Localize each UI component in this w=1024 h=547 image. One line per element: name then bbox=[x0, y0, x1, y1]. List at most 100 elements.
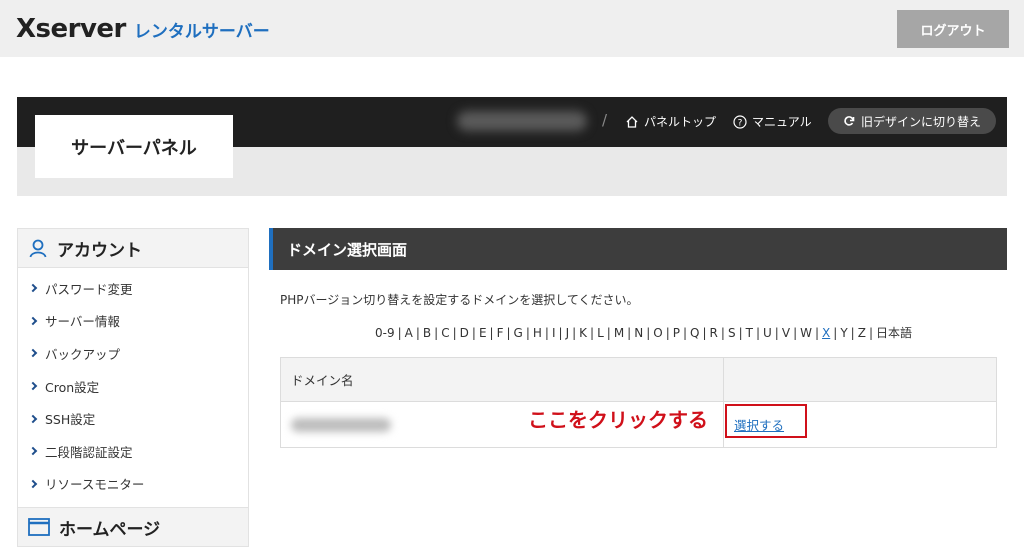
table-header-row: ドメイン名 bbox=[280, 357, 997, 402]
alpha-index-item[interactable]: Z bbox=[858, 326, 866, 340]
sidebar-item-server-info[interactable]: サーバー情報 bbox=[18, 305, 248, 338]
page-title: ドメイン選択画面 bbox=[269, 228, 1007, 270]
alpha-index-item[interactable]: F bbox=[497, 326, 504, 340]
alpha-separator: | bbox=[397, 326, 402, 340]
sidebar-item-two-factor[interactable]: 二段階認証設定 bbox=[18, 435, 248, 468]
sidebar-section-homepage-title: ホームページ bbox=[59, 519, 161, 540]
sidebar-item-label: 二段階認証設定 bbox=[45, 444, 133, 460]
logo-brand-text: Xserver bbox=[16, 14, 126, 44]
svg-text:?: ? bbox=[738, 118, 743, 128]
column-header-action bbox=[723, 357, 997, 402]
alpha-separator: | bbox=[544, 326, 549, 340]
alpha-index-item[interactable]: J bbox=[566, 326, 570, 340]
alpha-index-item[interactable]: C bbox=[441, 326, 449, 340]
browser-window-icon bbox=[28, 518, 50, 536]
alpha-index-item[interactable]: N bbox=[634, 326, 643, 340]
alpha-index-item[interactable]: G bbox=[514, 326, 523, 340]
sidebar-item-cron[interactable]: Cron設定 bbox=[18, 370, 248, 403]
alpha-separator: | bbox=[868, 326, 873, 340]
chevron-right-icon bbox=[28, 381, 38, 391]
alpha-separator: | bbox=[814, 326, 820, 340]
alpha-separator: | bbox=[738, 326, 743, 340]
nav-panel-top-link[interactable]: パネルトップ bbox=[625, 113, 716, 130]
select-domain-link[interactable]: 選択する bbox=[734, 415, 784, 434]
alpha-index-item[interactable]: O bbox=[653, 326, 662, 340]
annotation-click-here: ここをクリックする bbox=[528, 408, 708, 432]
alphabet-index-nav: 0-9 | A | B | C | D | E | F | G | H | I | J | K | L | M | N | O | P | Q | R |… bbox=[280, 324, 1007, 341]
alpha-separator: | bbox=[683, 326, 688, 340]
alpha-separator: | bbox=[590, 326, 595, 340]
alpha-index-item[interactable]: P bbox=[673, 326, 680, 340]
alpha-index-item[interactable]: H bbox=[533, 326, 542, 340]
sidebar-item-password[interactable]: パスワード変更 bbox=[18, 272, 248, 305]
sidebar-section-account: アカウント bbox=[18, 229, 248, 268]
chevron-right-icon bbox=[28, 316, 38, 326]
nav-manual-link[interactable]: ? マニュアル bbox=[733, 113, 812, 130]
alpha-separator: | bbox=[558, 326, 563, 340]
alpha-index-item[interactable]: D bbox=[460, 326, 469, 340]
logout-button[interactable]: ログアウト bbox=[897, 10, 1009, 48]
sidebar-item-ssh[interactable]: SSH設定 bbox=[18, 402, 248, 435]
alpha-index-item[interactable]: E bbox=[479, 326, 487, 340]
sidebar-item-label: リソースモニター bbox=[45, 477, 145, 493]
chevron-right-icon bbox=[28, 414, 38, 423]
alpha-index-item[interactable]: W bbox=[800, 326, 812, 340]
chevron-right-icon bbox=[28, 284, 38, 293]
alpha-index-item[interactable]: 日本語 bbox=[876, 326, 912, 340]
alpha-index-item[interactable]: K bbox=[579, 326, 587, 340]
alpha-separator: | bbox=[720, 326, 725, 340]
alpha-index-item[interactable]: I bbox=[552, 326, 556, 340]
alpha-index-item[interactable]: V bbox=[782, 326, 790, 340]
panel-title: サーバーパネル bbox=[35, 115, 233, 178]
alpha-separator: | bbox=[506, 326, 511, 340]
blurred-account-name bbox=[457, 111, 587, 131]
user-icon bbox=[29, 239, 47, 258]
alpha-separator: | bbox=[774, 326, 779, 340]
alpha-separator: | bbox=[646, 326, 651, 340]
old-design-label: 旧デザインに切り替え bbox=[860, 114, 981, 129]
alpha-separator: | bbox=[434, 326, 439, 340]
alpha-separator: | bbox=[793, 326, 798, 340]
nav-panel-top-label: パネルトップ bbox=[644, 115, 717, 129]
alpha-separator: | bbox=[702, 326, 707, 340]
home-icon bbox=[626, 115, 638, 128]
sidebar-section-homepage: ホームページ bbox=[18, 507, 248, 546]
logo-sub-text: レンタルサーバー bbox=[133, 22, 270, 42]
help-icon: ? bbox=[733, 114, 747, 129]
alpha-separator: | bbox=[606, 326, 611, 340]
xserver-logo[interactable]: Xserver レンタルサーバー bbox=[16, 14, 270, 44]
sidebar-item-label: サーバー情報 bbox=[45, 314, 120, 330]
alpha-separator: | bbox=[415, 326, 420, 340]
alpha-index-item[interactable]: Q bbox=[690, 326, 699, 340]
alpha-index-item[interactable]: L bbox=[597, 326, 604, 340]
sidebar-item-resource-monitor[interactable]: リソースモニター bbox=[18, 468, 248, 501]
chevron-right-icon bbox=[28, 447, 38, 456]
sidebar-item-label: パスワード変更 bbox=[45, 281, 133, 297]
sidebar-item-backup[interactable]: バックアップ bbox=[18, 337, 248, 370]
alpha-index-item[interactable]: S bbox=[728, 326, 736, 340]
alpha-separator: | bbox=[665, 326, 670, 340]
alpha-index-item[interactable]: 0-9 bbox=[375, 326, 395, 340]
old-design-button[interactable]: 旧デザインに切り替え bbox=[828, 108, 996, 134]
column-header-domain: ドメイン名 bbox=[280, 357, 724, 402]
alpha-index-item[interactable]: Y bbox=[840, 326, 847, 340]
alpha-index-item[interactable]: A bbox=[405, 326, 413, 340]
alpha-separator: | bbox=[471, 326, 476, 340]
sidebar-item-label: バックアップ bbox=[45, 346, 121, 362]
sidebar-item-label: Cron設定 bbox=[45, 379, 100, 395]
alpha-index-item[interactable]: T bbox=[746, 326, 753, 340]
alpha-index-item[interactable]: M bbox=[614, 326, 624, 340]
alpha-separator: | bbox=[627, 326, 632, 340]
alpha-separator: | bbox=[850, 326, 855, 340]
alpha-separator: | bbox=[452, 326, 457, 340]
alpha-index-item[interactable]: U bbox=[763, 326, 772, 340]
alpha-separator: | bbox=[572, 326, 577, 340]
sidebar-item-label: SSH設定 bbox=[45, 412, 96, 428]
sidebar: アカウント パスワード変更 サーバー情報 バックアップ Cron設定 SSH設定… bbox=[17, 228, 249, 547]
instruction-text: PHPバージョン切り替えを設定するドメインを選択してください。 bbox=[280, 293, 639, 307]
alpha-index-item[interactable]: B bbox=[423, 326, 431, 340]
alpha-index-item[interactable]: R bbox=[710, 326, 718, 340]
alpha-separator: | bbox=[755, 326, 760, 340]
sidebar-section-account-title: アカウント bbox=[57, 240, 142, 261]
alpha-index-item[interactable]: X bbox=[822, 326, 830, 340]
